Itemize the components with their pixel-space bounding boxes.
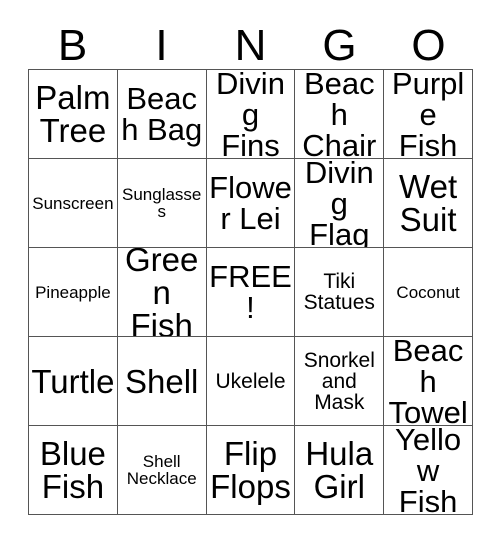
bingo-cell[interactable]: Beach Towel — [384, 337, 473, 426]
bingo-cell[interactable]: Wet Suit — [384, 159, 473, 248]
bingo-cell-label: Beach Chair — [302, 70, 377, 159]
bingo-cell[interactable]: Diving Flag — [295, 159, 385, 248]
bingo-cell-label: FREE! — [209, 259, 292, 325]
bingo-cell[interactable]: Turtle — [29, 337, 118, 426]
bingo-card: B I N G O Palm Tree Beach Bag Diving Fin… — [0, 0, 500, 544]
bingo-cell-label: Palm Tree — [35, 79, 111, 149]
bingo-cell-label: Pineapple — [35, 282, 111, 302]
bingo-cell-label: Hula Girl — [305, 435, 374, 505]
bingo-cell-label: Coconut — [396, 282, 460, 302]
bingo-cell[interactable]: Flower Lei — [206, 159, 296, 248]
bingo-cell[interactable]: Sunscreen — [29, 159, 118, 248]
bingo-cell[interactable]: Sunglasses — [117, 159, 207, 248]
header-letter-i: I — [155, 20, 168, 70]
bingo-cell-label: Shell Necklace — [126, 452, 197, 488]
bingo-cell-label: Diving Flag — [304, 159, 374, 248]
bingo-cell-label: Tiki Statues — [303, 270, 375, 314]
bingo-cell-free[interactable]: FREE! — [206, 248, 296, 337]
bingo-cell-label: Flip Flops — [210, 435, 291, 505]
bingo-cell[interactable]: Beach Chair — [295, 70, 385, 159]
bingo-header: B I N G O — [28, 22, 473, 69]
bingo-cell-label: Sunscreen — [32, 193, 114, 213]
bingo-grid: Palm Tree Beach Bag Diving Fins Beach Ch… — [28, 69, 473, 515]
bingo-cell[interactable]: Green Fish — [117, 248, 207, 337]
bingo-cell[interactable]: Hula Girl — [295, 426, 385, 515]
bingo-cell[interactable]: Ukelele — [206, 337, 296, 426]
bingo-cell-label: Flower Lei — [209, 170, 292, 236]
bingo-cell[interactable]: Blue Fish — [29, 426, 118, 515]
bingo-cell[interactable]: Shell — [117, 337, 207, 426]
bingo-cell-label: Turtle — [31, 362, 115, 400]
bingo-cell[interactable]: Yellow Fish — [384, 426, 473, 515]
bingo-cell[interactable]: Diving Fins — [206, 70, 296, 159]
bingo-cell-label: Beach Towel — [388, 337, 468, 426]
bingo-cell[interactable]: Pineapple — [29, 248, 118, 337]
bingo-cell-label: Beach Bag — [121, 81, 203, 147]
bingo-cell-label: Sunglasses — [122, 185, 202, 221]
bingo-cell[interactable]: Tiki Statues — [295, 248, 385, 337]
bingo-cell-label: Green Fish — [125, 248, 199, 337]
header-letter-g: G — [322, 20, 357, 70]
bingo-cell[interactable]: Shell Necklace — [117, 426, 207, 515]
bingo-cell[interactable]: Purple Fish — [384, 70, 473, 159]
bingo-cell[interactable]: Beach Bag — [117, 70, 207, 159]
header-letter-o: O — [411, 20, 446, 70]
bingo-cell-label: Snorkel and Mask — [303, 348, 375, 414]
header-letter-n: N — [234, 20, 267, 70]
bingo-cell-label: Wet Suit — [399, 168, 458, 238]
bingo-cell[interactable]: Palm Tree — [29, 70, 118, 159]
bingo-cell[interactable]: Snorkel and Mask — [295, 337, 385, 426]
bingo-cell-label: Diving Fins — [216, 70, 285, 159]
bingo-cell-label: Blue Fish — [39, 435, 106, 505]
bingo-cell-label: Shell — [125, 362, 199, 400]
header-letter-b: B — [57, 20, 88, 70]
bingo-cell-label: Ukelele — [215, 369, 286, 393]
bingo-cell[interactable]: Flip Flops — [206, 426, 296, 515]
bingo-cell[interactable]: Coconut — [384, 248, 473, 337]
bingo-cell-label: Purple Fish — [391, 70, 465, 159]
bingo-cell-label: Yellow Fish — [395, 426, 462, 515]
